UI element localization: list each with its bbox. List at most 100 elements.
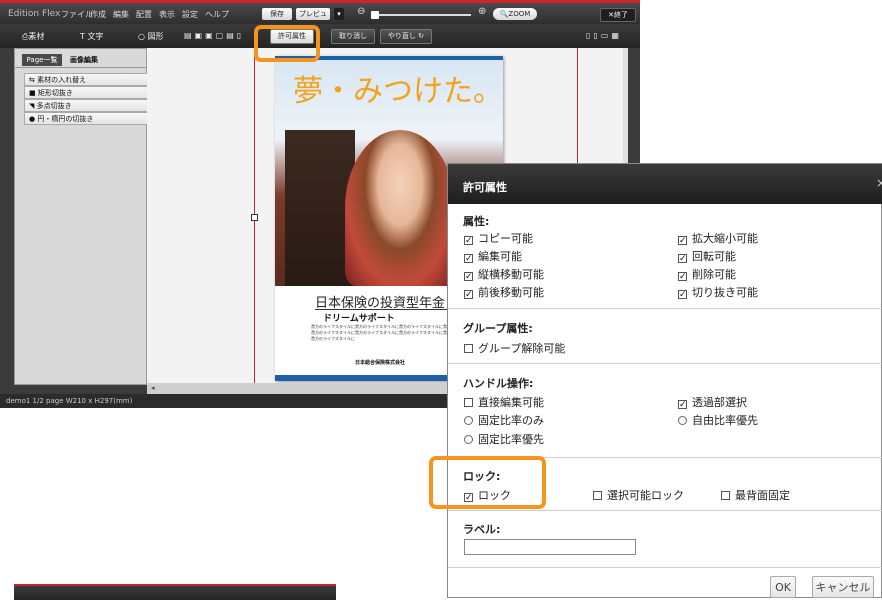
dialog-close-icon[interactable]: × [876, 176, 882, 190]
fixed-ratio-only-label: 固定比率のみ [478, 414, 544, 427]
rotate-checkbox[interactable]: ✓ 回転可能 [678, 248, 736, 264]
fixed-ratio-only-radio[interactable]: 固定比率のみ [464, 412, 544, 428]
checkbox-checked-icon: ✓ [464, 236, 473, 246]
back-fixed-checkbox[interactable]: 最背面固定 [721, 487, 790, 503]
align-icons-group[interactable]: ▤▣▣▢▤▯ [184, 31, 244, 40]
headline-text[interactable]: 夢・みつけた。 [293, 66, 503, 110]
select-lock-checkbox[interactable]: 選択可能ロック [593, 487, 684, 503]
label-input[interactable] [464, 539, 636, 555]
menu-file[interactable]: ファイル [61, 9, 93, 20]
section-divider [448, 308, 882, 309]
radio-empty-icon [678, 416, 687, 425]
menu-arrange[interactable]: 配置 [136, 9, 152, 20]
shape-tool-label: 図形 [147, 32, 164, 41]
scale-checkbox[interactable]: ✓ 拡大縮小可能 [678, 230, 758, 246]
delete-label: 削除可能 [692, 268, 736, 281]
fixed-ratio-pref-radio[interactable]: 固定比率優先 [464, 431, 544, 447]
menu-settings[interactable]: 設定 [182, 9, 198, 20]
handle-section-title: ハンドル操作: [463, 377, 534, 390]
exit-label: 終了 [613, 11, 628, 19]
checkbox-empty-icon [721, 491, 730, 500]
transparent-select-checkbox[interactable]: ✓ 透過部選択 [678, 394, 747, 410]
list-item-replace[interactable]: ⇆ 素材の入れ替え [24, 73, 154, 86]
left-edge [0, 48, 14, 394]
list-item-label: 矩形切抜き [37, 89, 73, 97]
checkbox-checked-icon: ✓ [464, 272, 473, 282]
edit-label: 編集可能 [478, 250, 522, 263]
redo-icon: ↻ [418, 32, 425, 40]
group-ungroup-label: グループ解除可能 [478, 342, 566, 355]
cancel-button[interactable]: キャンセル [812, 576, 874, 598]
shape-tool[interactable]: ○ 図形 [138, 31, 164, 42]
list-item-label: 円・楕円の切抜き [37, 115, 94, 123]
list-item-ellipse-crop[interactable]: ● 円・楕円の切抜き [24, 112, 154, 125]
list-item-polygon-crop[interactable]: ◥ 多点切抜き [24, 99, 154, 112]
back-fixed-label: 最背面固定 [735, 489, 790, 502]
material-tool[interactable]: ⎙素材 [22, 31, 44, 42]
menu-view[interactable]: 表示 [159, 9, 175, 20]
menu-help[interactable]: ヘルプ [205, 9, 229, 20]
checkbox-checked-icon: ✓ [464, 254, 473, 264]
checkbox-checked-icon: ✓ [464, 290, 473, 300]
free-ratio-label: 自由比率優先 [692, 414, 758, 427]
polygon-icon: ◥ [29, 102, 37, 110]
permission-dialog: 許可属性 × 属性: ✓ コピー可能 ✓ 拡大縮小可能 ✓ 編集可能 ✓ 回転可能 ✓ 縦… [447, 163, 882, 598]
menu-create[interactable]: 作成 [90, 9, 106, 20]
label-section-title: ラベル: [463, 523, 501, 536]
exit-button[interactable]: ✕終了 [600, 8, 636, 22]
menu-edit[interactable]: 編集 [113, 9, 129, 20]
tool-bar: ⎙素材 T 文字 ○ 図形 ▤▣▣▢▤▯ 許可属性 取り消し やり直し ↻ ▯▯… [0, 24, 640, 48]
preview-button[interactable]: プレビュー [296, 8, 330, 30]
edit-checkbox[interactable]: ✓ 編集可能 [464, 248, 522, 264]
zoom-all-button[interactable]: 🔍ZOOM ALL [493, 8, 537, 30]
left-panel: Page一覧 画像編集 ⇆ 素材の入れ替え ■ 矩形切抜き ◥ 多点切抜き ● … [14, 48, 154, 385]
footer-divider [448, 567, 882, 568]
product-name-text[interactable]: ドリームサポート [323, 311, 395, 324]
move-xy-checkbox[interactable]: ✓ 縦横移動可能 [464, 266, 544, 282]
checkbox-checked-icon: ✓ [678, 400, 687, 410]
lock-section-highlight [429, 456, 546, 509]
zoom-in-icon[interactable]: ⊕ [478, 6, 486, 17]
delete-checkbox[interactable]: ✓ 削除可能 [678, 266, 736, 282]
zoom-out-icon[interactable]: ⊖ [357, 6, 365, 17]
ok-button[interactable]: OK [770, 576, 796, 598]
list-item-rect-crop[interactable]: ■ 矩形切抜き [24, 86, 154, 99]
preview-dropdown-chevron-icon[interactable]: ▾ [334, 8, 344, 20]
direct-edit-checkbox[interactable]: 直接編集可能 [464, 394, 544, 410]
person-photo [345, 130, 455, 286]
save-button[interactable]: 保存 [262, 8, 292, 20]
tab-image-edit[interactable]: 画像編集 [64, 54, 104, 66]
copy-checkbox[interactable]: ✓ コピー可能 [464, 230, 533, 246]
scroll-left-arrow-icon[interactable]: ◂ [151, 384, 157, 392]
dialog-header: 許可属性 × [448, 164, 882, 204]
company-name-text[interactable]: 日本総合保険株式会社 [355, 359, 405, 366]
direct-edit-label: 直接編集可能 [478, 396, 544, 409]
zoom-slider[interactable] [371, 14, 471, 16]
shape-icon: ○ [138, 32, 145, 41]
move-z-checkbox[interactable]: ✓ 前後移動可能 [464, 284, 544, 300]
checkbox-empty-icon [464, 344, 473, 353]
undo-button[interactable]: 取り消し [331, 29, 375, 44]
radio-empty-icon [464, 416, 473, 425]
redo-button[interactable]: やり直し ↻ [380, 29, 432, 44]
material-tool-label: 素材 [28, 32, 45, 41]
checkbox-checked-icon: ✓ [678, 290, 687, 300]
free-ratio-radio[interactable]: 自由比率優先 [678, 412, 758, 428]
select-lock-label: 選択可能ロック [607, 489, 684, 502]
selection-handle[interactable] [251, 214, 258, 221]
square-icon: ■ [29, 89, 38, 97]
tab-page-list[interactable]: Page一覧 [22, 54, 62, 66]
text-icon: T [80, 32, 85, 41]
text-tool[interactable]: T 文字 [80, 31, 103, 42]
zoom-slider-handle[interactable] [371, 11, 379, 19]
group-ungroup-checkbox[interactable]: グループ解除可能 [464, 340, 565, 356]
copy-label: コピー可能 [478, 232, 533, 245]
app-title: Edition Flex [8, 9, 61, 19]
checkbox-checked-icon: ✓ [678, 254, 687, 264]
crop-checkbox[interactable]: ✓ 切り抜き可能 [678, 284, 758, 300]
redo-label: やり直し [387, 32, 416, 40]
list-item-label: 素材の入れ替え [37, 76, 87, 84]
crop-label: 切り抜き可能 [692, 286, 758, 299]
move-xy-label: 縦横移動可能 [478, 268, 544, 281]
page-view-icons[interactable]: ▯▯▭▦ [586, 31, 622, 40]
